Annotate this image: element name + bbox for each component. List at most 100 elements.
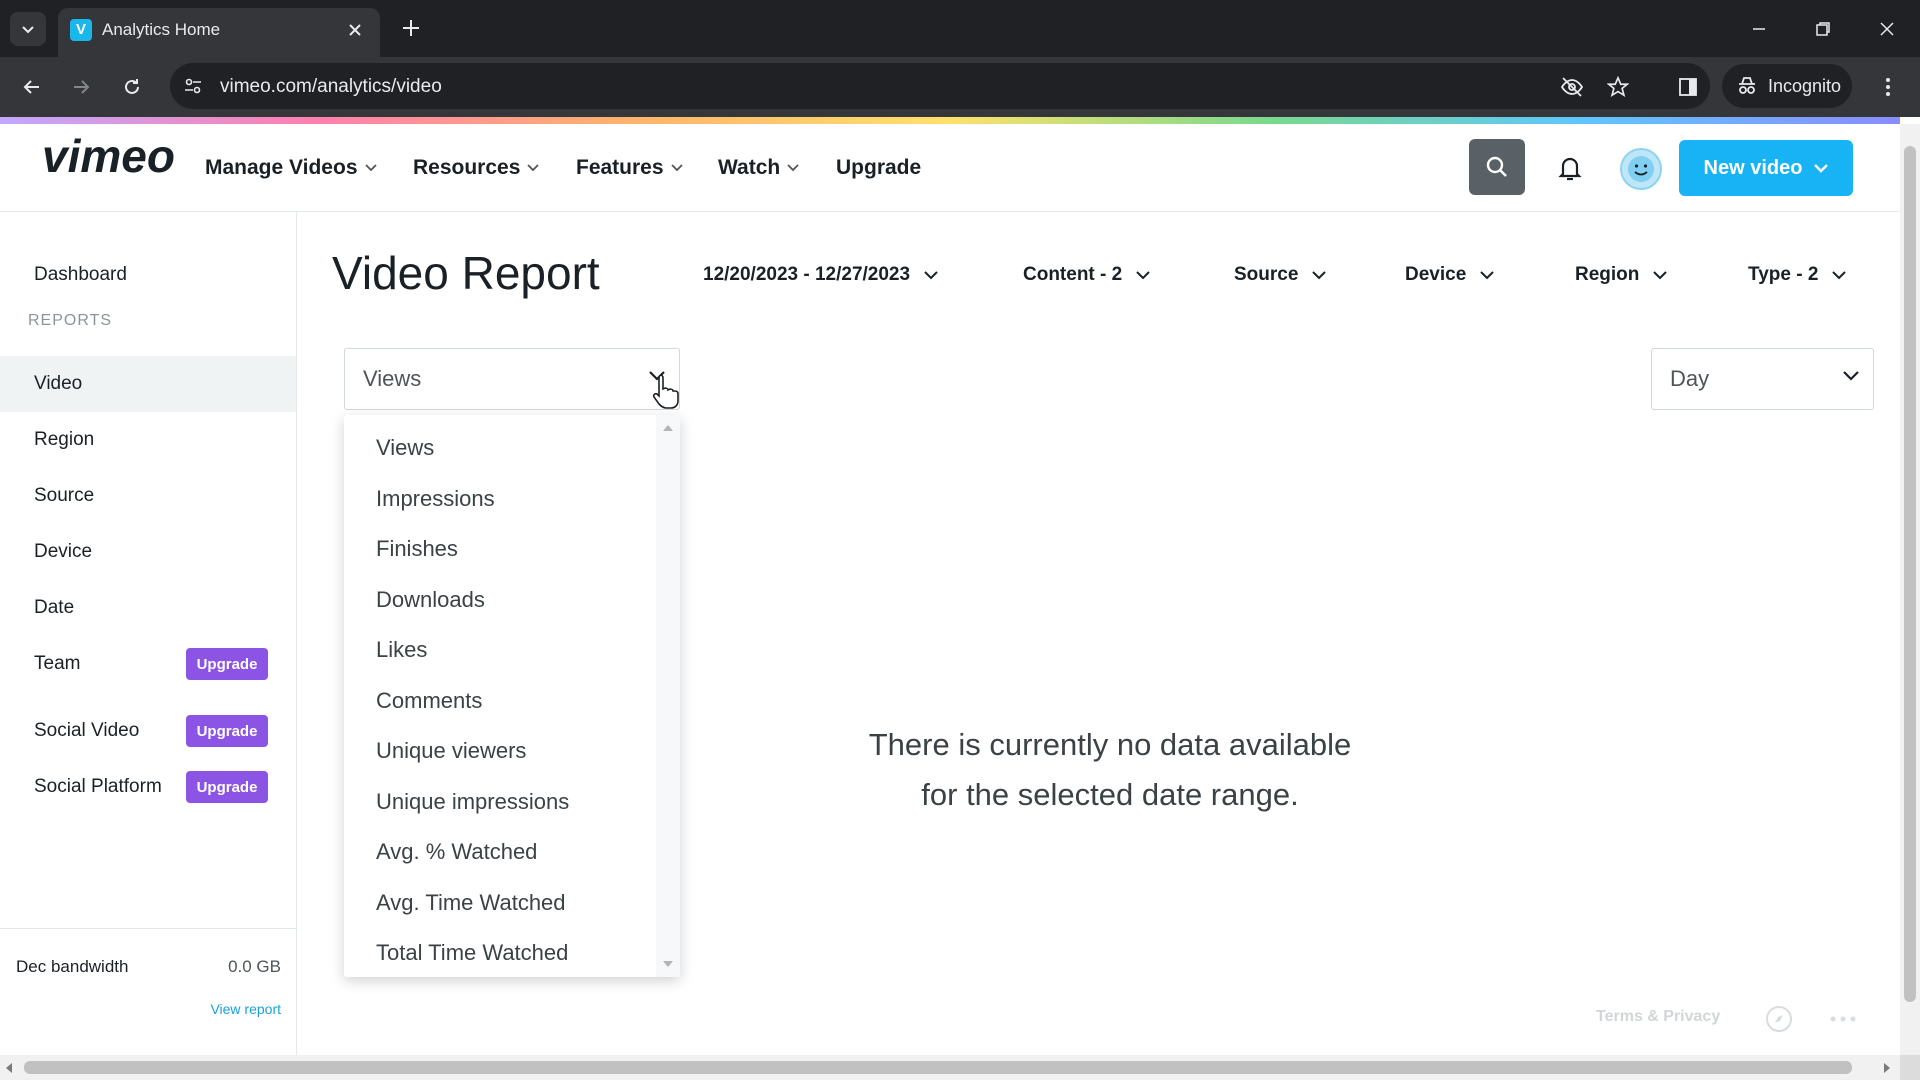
bandwidth-value: 0.0 GB: [228, 957, 281, 976]
menu-upgrade[interactable]: Upgrade: [836, 156, 921, 180]
vertical-scroll-thumb[interactable]: [1904, 146, 1916, 1002]
sidebar-item-social-video[interactable]: Social Video Upgrade: [0, 703, 296, 759]
empty-state-line-1: There is currently no data available: [868, 727, 1352, 762]
vertical-scrollbar[interactable]: [1900, 124, 1920, 1055]
sidebar-item-video[interactable]: Video: [0, 356, 296, 412]
menu-features[interactable]: Features: [576, 156, 683, 180]
sidebar: Dashboard REPORTS Video Region Source De…: [0, 212, 297, 1055]
horizontal-scrollbar[interactable]: [0, 1055, 1900, 1080]
plus-icon[interactable]: [398, 15, 424, 41]
chevron-down-icon: [1653, 270, 1668, 279]
empty-state-line-2: for the selected date range.: [921, 777, 1299, 812]
horizontal-scroll-thumb[interactable]: [24, 1061, 1852, 1074]
site-info-icon[interactable]: [180, 73, 206, 99]
avatar[interactable]: [1620, 148, 1662, 190]
terms-privacy-link[interactable]: Terms & Privacy: [1596, 1008, 1720, 1026]
dropdown-option-downloads[interactable]: Downloads: [376, 587, 485, 613]
bell-icon[interactable]: [1555, 153, 1585, 183]
dropdown-option-impressions[interactable]: Impressions: [376, 486, 495, 512]
sidebar-item-region[interactable]: Region: [0, 412, 296, 468]
view-report-link[interactable]: View report: [210, 1001, 281, 1017]
dropdown-option-total-time-watched[interactable]: Total Time Watched: [376, 940, 568, 966]
scrollbar-corner: [1900, 1055, 1920, 1080]
mouse-cursor-icon: [652, 374, 679, 409]
scroll-left-icon[interactable]: [6, 1063, 12, 1073]
bandwidth-panel: Dec bandwidth 0.0 GB View report: [0, 928, 297, 1055]
rainbow-accent-bar: [0, 117, 1900, 124]
chevron-down-icon: [670, 164, 683, 172]
sidebar-item-team[interactable]: Team Upgrade: [0, 636, 296, 692]
type-filter[interactable]: Type - 2: [1748, 264, 1847, 286]
menu-manage-videos[interactable]: Manage Videos: [205, 156, 377, 180]
side-panel-icon[interactable]: [1672, 71, 1704, 103]
upgrade-badge[interactable]: Upgrade: [186, 648, 268, 680]
chevron-down-icon: [527, 164, 540, 172]
vimeo-favicon-icon: V: [70, 19, 92, 41]
chevron-down-icon: [1480, 270, 1494, 279]
source-filter[interactable]: Source: [1234, 264, 1327, 286]
close-icon[interactable]: [344, 19, 366, 41]
tab-title: Analytics Home: [102, 20, 221, 39]
sidebar-item-label: Social Video: [34, 720, 140, 741]
chevron-down-icon: [1843, 371, 1859, 381]
menu-label: Manage Videos: [205, 156, 358, 179]
url-text[interactable]: vimeo.com/analytics/video: [220, 76, 442, 98]
menu-watch[interactable]: Watch: [718, 156, 799, 180]
tab-search-icon[interactable]: [10, 12, 46, 46]
eye-off-icon[interactable]: [1559, 74, 1585, 100]
window-close-icon[interactable]: [1872, 14, 1902, 44]
sidebar-item-device[interactable]: Device: [0, 524, 296, 580]
dropdown-option-unique-impressions[interactable]: Unique impressions: [376, 789, 569, 815]
incognito-badge[interactable]: Incognito: [1722, 64, 1852, 108]
reload-icon[interactable]: [116, 71, 148, 103]
new-video-label: New video: [1703, 156, 1803, 179]
restore-icon[interactable]: [1808, 14, 1838, 44]
dropdown-option-likes[interactable]: Likes: [376, 637, 427, 663]
filter-label: Device: [1405, 264, 1467, 285]
content-filter[interactable]: Content - 2: [1023, 264, 1150, 286]
address-bar[interactable]: vimeo.com/analytics/video: [170, 63, 1710, 109]
dropdown-option-comments[interactable]: Comments: [376, 688, 482, 714]
reports-heading: REPORTS: [28, 312, 113, 329]
upgrade-badge[interactable]: Upgrade: [186, 715, 268, 747]
dropdown-option-unique-viewers[interactable]: Unique viewers: [376, 738, 526, 764]
filter-label: 12/20/2023 - 12/27/2023: [703, 264, 911, 285]
empty-state-message: There is currently no data available for…: [780, 720, 1440, 820]
sidebar-item-date[interactable]: Date: [0, 580, 296, 636]
new-video-button[interactable]: New video: [1679, 140, 1853, 196]
minimize-icon[interactable]: [1744, 14, 1774, 44]
search-icon[interactable]: [1469, 139, 1525, 195]
device-filter[interactable]: Device: [1405, 264, 1494, 286]
sidebar-item-label: Team: [34, 653, 81, 674]
back-icon[interactable]: [16, 71, 48, 103]
sidebar-item-source[interactable]: Source: [0, 468, 296, 524]
chevron-down-icon: [1832, 270, 1847, 279]
browser-tab-strip: V Analytics Home: [0, 0, 1920, 57]
vimeo-logo[interactable]: vimeo: [42, 134, 186, 184]
dropdown-option-finishes[interactable]: Finishes: [376, 536, 458, 562]
scroll-right-icon[interactable]: [1884, 1063, 1890, 1073]
star-icon[interactable]: [1605, 74, 1631, 100]
dropdown-option-avg-percent-watched[interactable]: Avg. % Watched: [376, 839, 537, 865]
dropdown-option-avg-time-watched[interactable]: Avg. Time Watched: [376, 890, 566, 916]
region-filter[interactable]: Region: [1575, 264, 1668, 286]
interval-select[interactable]: Day: [1651, 348, 1874, 410]
date-range-filter[interactable]: 12/20/2023 - 12/27/2023: [703, 264, 938, 286]
sidebar-item-social-platform[interactable]: Social Platform Upgrade: [0, 759, 296, 815]
dropdown-scrollbar[interactable]: [656, 415, 680, 977]
menu-resources[interactable]: Resources: [413, 156, 540, 180]
kebab-menu-icon[interactable]: [1872, 71, 1904, 103]
metric-dropdown-menu: Views Impressions Finishes Downloads Lik…: [344, 415, 680, 977]
chevron-down-icon: [1136, 270, 1150, 279]
scroll-up-icon[interactable]: [663, 425, 673, 431]
metric-select[interactable]: Views: [344, 348, 680, 410]
dropdown-option-views[interactable]: Views: [376, 435, 434, 461]
upgrade-badge[interactable]: Upgrade: [186, 771, 268, 803]
forward-icon[interactable]: [65, 71, 97, 103]
more-icon[interactable]: [1828, 1004, 1858, 1034]
filter-label: Content - 2: [1023, 264, 1123, 285]
scroll-down-icon[interactable]: [663, 961, 673, 967]
sidebar-item-dashboard[interactable]: Dashboard: [0, 247, 296, 303]
compass-icon[interactable]: [1764, 1004, 1794, 1034]
browser-tab[interactable]: V Analytics Home: [58, 8, 380, 57]
